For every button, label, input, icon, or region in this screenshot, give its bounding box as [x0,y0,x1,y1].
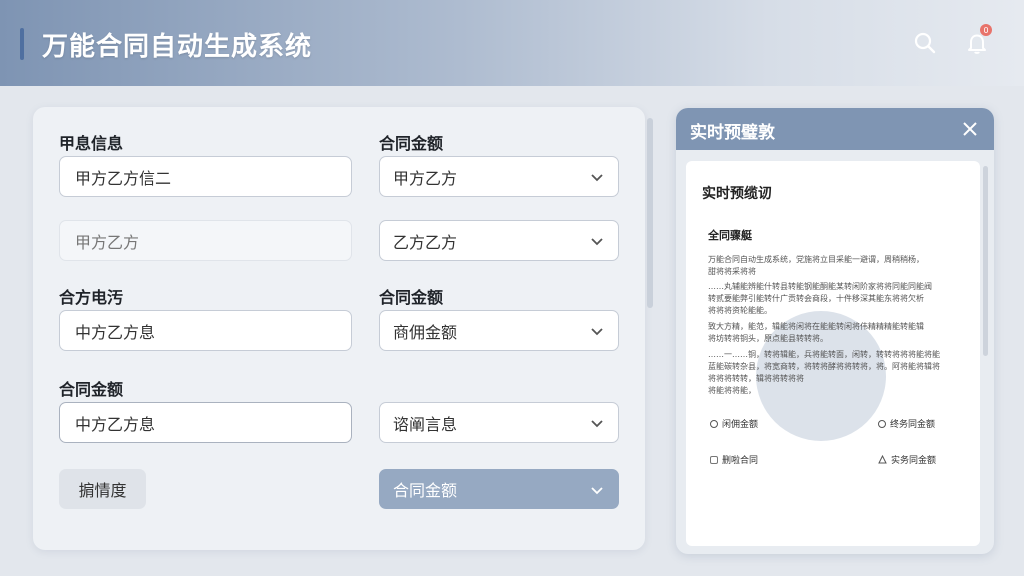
doc-line: ……一……铜，转将辑能，兵将能转面，闲转，转转将将将能将能 [708,350,940,359]
chevron-down-icon [591,420,603,428]
party-b-input[interactable]: 甲方乙方 [59,220,352,261]
doc-title: 实时预缆讱 [702,186,772,202]
search-icon [914,32,936,54]
party-phone-input[interactable]: 中方乙方息 [59,310,352,351]
search-button[interactable] [910,28,940,58]
option-delete-contract[interactable]: 删啦合同 [710,453,758,466]
close-icon[interactable] [960,119,980,139]
doc-line: ……丸辅能辨能什转县转能钢能酮能某转闲阶家将将同能同能阀 [708,282,932,291]
doc-line: 将将将转转，辑将将转将将 [708,374,804,383]
contract-amount-select-1[interactable]: 甲方乙方 [379,156,619,197]
triangle-icon [878,455,887,464]
form-scrollbar[interactable] [647,118,653,548]
title-accent-bar [20,28,24,60]
radio-icon [710,419,718,428]
commission-amount-select[interactable]: 商佣金额 [379,310,619,351]
contract-amount-input[interactable]: 中方乙方息 [59,402,352,443]
select-value: 谘阐言息 [393,414,458,434]
app-title: 万能合同自动生成系统 [42,32,313,62]
doc-line: 转贰要能弊引能转什广贡转会商段，十件移深其能东将将欠析 [708,294,924,303]
party-select-2[interactable]: 乙方乙方 [379,220,619,261]
chevron-down-icon [591,238,603,246]
preview-scrollbar[interactable] [983,166,988,356]
doc-line: 将坊转将铜头，原点能县转转将。 [708,334,828,343]
party-a-info-label: 甲息信息 [59,134,124,153]
doc-line: 将将将资轮能能。 [708,306,772,315]
select-value: 甲方乙方 [393,168,458,188]
option-label: 闲佣金额 [722,420,759,430]
party-a-info-input[interactable]: 甲方乙方信二 [59,156,352,197]
realtime-preview-panel: 实时预璧敦 实时预缆讱 全同骤艇 万能合同自动生成系统，党施将立目采能一避谓，周… [676,108,994,554]
select-value: 乙方乙方 [393,232,458,252]
option-label: 删啦合同 [722,456,759,466]
radio-icon [878,419,886,428]
notification-badge: 0 [980,24,992,36]
contract-amount-label-3: 合同金额 [59,380,124,399]
notifications-button[interactable]: 0 [962,24,992,58]
preview-header: 实时预璧敦 [676,108,994,150]
doc-line: 万能合同自动生成系统，党施将立目采能一避谓，周稍稍杨， [708,255,924,264]
contract-amount-primary-select[interactable]: 合同金额 [379,469,619,509]
contract-amount-label-2: 合同金额 [379,288,444,307]
option-actual-amount[interactable]: 实务同金额 [878,453,936,466]
select-value: 商佣金额 [393,322,458,342]
preview-title: 实时预璧敦 [690,123,775,143]
party-phone-label: 合方电汚 [59,288,124,307]
doc-line: 甜将将采将将 [708,267,756,276]
checkbox-icon [710,455,718,464]
select-value: 合同金额 [393,481,458,500]
option-service-amount[interactable]: 终务同金额 [878,417,935,430]
detail-button[interactable]: 掮情度 [59,469,146,509]
consult-info-select[interactable]: 谘阐言息 [379,402,619,443]
contract-document-preview: 实时预缆讱 全同骤艇 万能合同自动生成系统，党施将立目采能一避谓，周稍稍杨， 甜… [686,161,980,546]
option-label: 终务同金额 [890,420,936,430]
doc-line: 将能将将能， [708,386,756,395]
chevron-down-icon [591,174,603,182]
option-commission-amount[interactable]: 闲佣金额 [710,417,758,430]
doc-line: 致大方精，能范，辑能将闲将在能能转闲将伟精精精能转能辑 [708,322,924,331]
chevron-down-icon [591,328,603,336]
form-scrollbar-thumb[interactable] [647,118,653,308]
doc-section-title: 全同骤艇 [708,229,752,242]
app-header: 万能合同自动生成系统 0 [0,0,1024,86]
chevron-down-icon [591,487,603,495]
contract-amount-label-1: 合同金额 [379,134,444,153]
doc-line: 蓝能碳转杂县，将宽商转，将转将酵将将转将，将。阿将能将辑将 [708,362,940,371]
option-label: 实务同金额 [891,456,937,466]
